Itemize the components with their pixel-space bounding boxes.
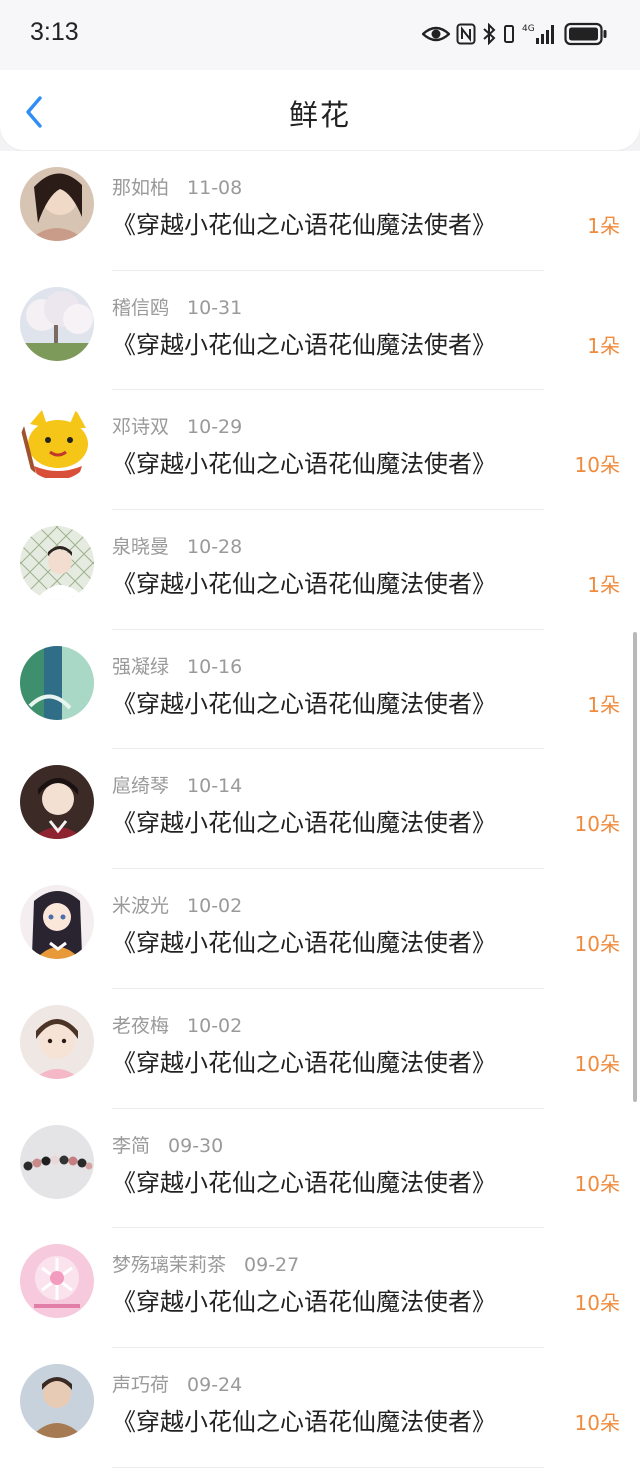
sender-name: 老夜梅 (112, 1014, 170, 1037)
avatar[interactable] (20, 1244, 94, 1319)
list-item[interactable]: 米波光 10-02 《穿越小花仙之心语花仙魔法使者》 10朵 (0, 869, 640, 989)
signal-icon: 4G (522, 24, 554, 44)
avatar[interactable] (20, 645, 94, 720)
battery-icon (564, 22, 607, 46)
list-item[interactable]: 稽信鸥 10-31 《穿越小花仙之心语花仙魔法使者》 1朵 (0, 271, 640, 391)
book-title[interactable]: 《穿越小花仙之心语花仙魔法使者》 (112, 684, 496, 719)
list-item[interactable]: 老夜梅 10-02 《穿越小花仙之心语花仙魔法使者》 10朵 (0, 989, 640, 1109)
flower-gift-list: 那如柏 11-08 《穿越小花仙之心语花仙魔法使者》 1朵 稽信鸥 10-31 《穿… (0, 151, 640, 1468)
status-time: 3:13 (30, 18, 79, 46)
flower-count: 10朵 (574, 932, 620, 957)
gift-date: 10-02 (187, 895, 243, 918)
sender-name: 扈绮琴 (112, 775, 170, 798)
sender-name: 强凝绿 (112, 655, 170, 678)
bluetooth-icon (483, 23, 496, 45)
gift-date: 09-27 (244, 1254, 300, 1277)
avatar[interactable] (20, 765, 94, 840)
list-item[interactable]: 梦殇璃茉莉茶 09-27 《穿越小花仙之心语花仙魔法使者》 10朵 (0, 1228, 640, 1348)
list-item[interactable]: 声巧荷 09-24 《穿越小花仙之心语花仙魔法使者》 10朵 (0, 1348, 640, 1468)
top-nav-bar: 鲜花 (0, 70, 640, 150)
vibrate-icon (504, 25, 514, 43)
gift-date: 10-16 (187, 655, 243, 678)
sender-name: 米波光 (112, 895, 170, 918)
avatar[interactable] (20, 885, 94, 960)
gift-date: 11-08 (187, 177, 243, 199)
book-title[interactable]: 《穿越小花仙之心语花仙魔法使者》 (112, 564, 496, 599)
sender-name: 梦殇璃茉莉茶 (112, 1254, 227, 1277)
sender-name: 泉晓曼 (112, 536, 170, 559)
flower-count: 10朵 (574, 1171, 620, 1196)
avatar[interactable] (20, 1004, 94, 1079)
list-item[interactable]: 强凝绿 10-16 《穿越小花仙之心语花仙魔法使者》 1朵 (0, 630, 640, 750)
avatar[interactable] (20, 286, 94, 361)
nfc-icon (456, 23, 476, 45)
avatar[interactable] (20, 526, 94, 601)
list-item[interactable]: 李简 09-30 《穿越小花仙之心语花仙魔法使者》 10朵 (0, 1109, 640, 1229)
flower-count: 10朵 (574, 1291, 620, 1316)
avatar[interactable] (20, 1363, 94, 1438)
gift-date: 10-31 (187, 296, 243, 319)
list-item[interactable]: 泉晓曼 10-28 《穿越小花仙之心语花仙魔法使者》 1朵 (0, 510, 640, 630)
list-item[interactable]: 邓诗双 10-29 《穿越小花仙之心语花仙魔法使者》 10朵 (0, 390, 640, 511)
flower-count: 10朵 (574, 453, 620, 478)
divider (112, 1466, 544, 1468)
gift-date: 09-30 (168, 1134, 224, 1157)
flower-count: 10朵 (574, 1410, 620, 1435)
gift-date: 10-28 (187, 536, 243, 559)
book-title[interactable]: 《穿越小花仙之心语花仙魔法使者》 (112, 923, 496, 958)
sender-name: 邓诗双 (112, 416, 170, 439)
book-title[interactable]: 《穿越小花仙之心语花仙魔法使者》 (112, 205, 496, 240)
flower-count: 10朵 (574, 1051, 620, 1076)
flower-count: 1朵 (587, 573, 620, 598)
flower-count: 1朵 (587, 214, 620, 238)
scrollbar[interactable] (633, 632, 637, 1102)
eye-icon (422, 26, 450, 42)
book-title[interactable]: 《穿越小花仙之心语花仙魔法使者》 (112, 1402, 496, 1437)
avatar[interactable] (20, 406, 94, 481)
svg-text:4G: 4G (522, 24, 535, 34)
list-item[interactable]: 扈绮琴 10-14 《穿越小花仙之心语花仙魔法使者》 10朵 (0, 749, 640, 870)
gift-date: 09-24 (187, 1373, 243, 1396)
status-bar: 3:13 4G (0, 0, 640, 70)
book-title[interactable]: 《穿越小花仙之心语花仙魔法使者》 (112, 1282, 496, 1317)
book-title[interactable]: 《穿越小花仙之心语花仙魔法使者》 (112, 1163, 496, 1198)
flower-count: 1朵 (587, 692, 620, 717)
gift-date: 10-14 (187, 775, 243, 798)
flower-count: 1朵 (587, 333, 620, 358)
page-title: 鲜花 (288, 98, 351, 132)
book-title[interactable]: 《穿越小花仙之心语花仙魔法使者》 (112, 1043, 496, 1078)
sender-name: 那如柏 (112, 177, 170, 199)
avatar[interactable] (20, 167, 94, 241)
gift-date: 10-29 (187, 416, 243, 439)
status-icons: 4G (422, 20, 608, 48)
list-item[interactable]: 那如柏 11-08 《穿越小花仙之心语花仙魔法使者》 1朵 (0, 151, 640, 271)
sender-name: 声巧荷 (112, 1373, 170, 1396)
flower-count: 10朵 (574, 812, 620, 837)
sender-name: 李简 (112, 1134, 151, 1157)
avatar[interactable] (20, 1124, 94, 1199)
book-title[interactable]: 《穿越小花仙之心语花仙魔法使者》 (112, 803, 496, 838)
book-title[interactable]: 《穿越小花仙之心语花仙魔法使者》 (112, 325, 496, 360)
sender-name: 稽信鸥 (112, 296, 170, 319)
gift-date: 10-02 (187, 1014, 243, 1037)
book-title[interactable]: 《穿越小花仙之心语花仙魔法使者》 (112, 444, 496, 479)
